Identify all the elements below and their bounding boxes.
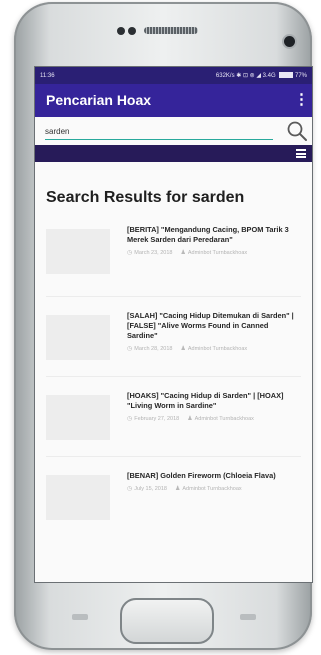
result-body: [BENAR] Golden Fireworm (Chloeia Flava) … <box>127 471 297 492</box>
hamburger-menu-icon[interactable] <box>296 149 306 158</box>
result-meta: ◷ February 27, 2018 ♟ Adminbot Turnbackhoa… <box>127 415 297 422</box>
result-title[interactable]: [HOAKS] "Cacing Hidup di Sarden" | [HOAX… <box>127 391 297 411</box>
result-thumbnail[interactable] <box>46 475 110 520</box>
result-meta: ◷ March 28, 2018 ♟ Adminbot Turnbackhoax <box>127 345 297 352</box>
clock-icon: ◷ <box>127 346 133 352</box>
result-title[interactable]: [BERITA] "Mengandung Cacing, BPOM Tarik … <box>127 225 297 245</box>
more-vert-icon[interactable]: ⋮ <box>294 90 309 110</box>
result-date-text: February 27, 2018 <box>134 416 180 422</box>
result-author[interactable]: ♟ Adminbot Turnbackhoax <box>187 415 254 422</box>
search-input[interactable] <box>45 123 273 140</box>
result-date: ◷ February 27, 2018 <box>127 415 179 422</box>
status-indicator-text: 632K/s ✱ ⊡ ⊚ ◢ 3.4G <box>215 73 276 79</box>
result-title[interactable]: [SALAH] "Cacing Hidup Ditemukan di Sarde… <box>127 311 297 341</box>
result-meta: ◷ July 15, 2018 ♟ Adminbot Turnbackhoax <box>127 485 297 492</box>
result-author-text: Adminbot Turnbackhoax <box>187 346 248 352</box>
recent-apps-key[interactable] <box>72 614 88 620</box>
result-thumbnail[interactable] <box>46 315 110 360</box>
nav-bar <box>35 145 312 162</box>
status-time: 11:36 <box>40 72 55 79</box>
clock-icon: ◷ <box>127 250 133 256</box>
result-body: [SALAH] "Cacing Hidup Ditemukan di Sarde… <box>127 311 297 352</box>
sensor-dot <box>128 27 136 35</box>
result-item[interactable]: [SALAH] "Cacing Hidup Ditemukan di Sarde… <box>46 297 301 377</box>
front-camera <box>284 36 295 47</box>
user-icon: ♟ <box>187 416 193 422</box>
back-key[interactable] <box>240 614 256 620</box>
result-date-text: March 28, 2018 <box>134 346 173 352</box>
results-section: Search Results for sarden [BERITA] "Meng… <box>35 189 312 537</box>
result-meta: ◷ March 23, 2018 ♟ Adminbot Turnbackhoax <box>127 249 297 256</box>
sensor-dot <box>117 27 125 35</box>
result-date-text: March 23, 2018 <box>134 250 173 256</box>
result-item[interactable]: [BERITA] "Mengandung Cacing, BPOM Tarik … <box>46 217 301 297</box>
result-date: ◷ March 23, 2018 <box>127 249 172 256</box>
screen: 11:36 632K/s ✱ ⊡ ⊚ ◢ 3.4G 77% Pencarian … <box>35 67 312 582</box>
result-date-text: July 15, 2018 <box>134 486 167 492</box>
home-button[interactable] <box>120 598 214 644</box>
status-bar: 11:36 632K/s ✱ ⊡ ⊚ ◢ 3.4G 77% <box>35 67 312 84</box>
user-icon: ♟ <box>174 486 181 492</box>
user-icon: ♟ <box>180 346 186 352</box>
result-date: ◷ March 28, 2018 <box>127 345 172 352</box>
battery-level: 77% <box>294 73 307 79</box>
status-indicators: 632K/s ✱ ⊡ ⊚ ◢ 3.4G 77% <box>216 72 307 79</box>
app-title: Pencarian Hoax <box>46 92 152 108</box>
clock-icon: ◷ <box>127 486 133 492</box>
result-body: [BERITA] "Mengandung Cacing, BPOM Tarik … <box>127 225 297 256</box>
result-item[interactable]: [HOAKS] "Cacing Hidup di Sarden" | [HOAX… <box>46 377 301 457</box>
result-author-text: Adminbot Turnbackhoax <box>187 250 248 256</box>
result-body: [HOAKS] "Cacing Hidup di Sarden" | [HOAX… <box>127 391 297 422</box>
result-thumbnail[interactable] <box>46 395 110 440</box>
result-date: ◷ July 15, 2018 <box>127 485 167 492</box>
phone-top-bezel <box>54 14 295 50</box>
app-bar: Pencarian Hoax ⋮ <box>35 84 312 117</box>
results-heading: Search Results for sarden <box>46 189 245 206</box>
result-author-text: Adminbot Turnbackhoax <box>194 416 254 422</box>
result-title[interactable]: [BENAR] Golden Fireworm (Chloeia Flava) <box>127 471 297 481</box>
user-icon: ♟ <box>180 250 186 256</box>
result-author[interactable]: ♟ Adminbot Turnbackhoax <box>180 249 247 256</box>
phone-frame: 11:36 632K/s ✱ ⊡ ⊚ ◢ 3.4G 77% Pencarian … <box>14 2 312 650</box>
search-icon[interactable] <box>286 120 308 142</box>
clock-icon: ◷ <box>127 416 133 422</box>
result-author[interactable]: ♟ Adminbot Turnbackhoax <box>175 485 242 492</box>
battery-icon <box>279 72 294 79</box>
result-author-text: Adminbot Turnbackhoax <box>182 486 242 492</box>
search-row <box>35 117 312 145</box>
result-thumbnail[interactable] <box>46 229 110 274</box>
result-item[interactable]: [BENAR] Golden Fireworm (Chloeia Flava) … <box>46 457 301 537</box>
result-author[interactable]: ♟ Adminbot Turnbackhoax <box>180 345 247 352</box>
earpiece-speaker <box>144 27 198 34</box>
